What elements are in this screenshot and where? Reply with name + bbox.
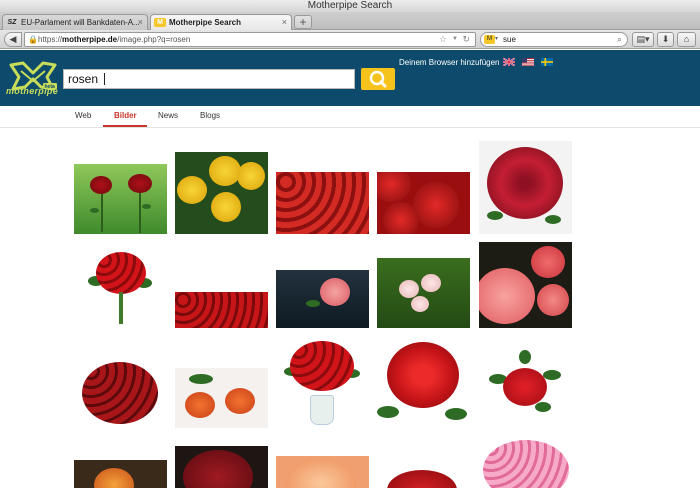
home-icon: ⌂ — [683, 34, 690, 44]
close-tab-icon[interactable]: × — [138, 15, 143, 30]
tab-images[interactable]: Bilder — [114, 111, 137, 120]
dropdown-icon[interactable]: ▼ — [452, 33, 458, 46]
browser-search-field[interactable]: M ▾ sue ⌕ — [480, 32, 628, 47]
search-input[interactable]: rosen — [63, 69, 355, 89]
tab-news[interactable]: News — [158, 111, 178, 120]
home-button[interactable]: ⌂ — [677, 32, 696, 47]
search-icon — [369, 70, 387, 88]
image-result[interactable] — [74, 460, 167, 488]
star-icon[interactable]: ☆ — [439, 33, 447, 46]
reload-icon[interactable]: ↻ — [462, 33, 470, 46]
image-result[interactable] — [479, 242, 572, 328]
sz-favicon: SZ — [7, 19, 17, 26]
download-button[interactable]: ⬇ — [657, 32, 674, 47]
image-result[interactable] — [175, 368, 268, 428]
tab-motherpipe[interactable]: M Motherpipe Search × — [150, 14, 292, 30]
download-icon: ⬇ — [661, 34, 670, 44]
search-button[interactable] — [361, 68, 395, 90]
vertical-tabs: Web Bilder News Blogs — [0, 106, 700, 128]
back-button[interactable]: ◀ — [4, 32, 22, 47]
text-caret — [104, 73, 106, 85]
back-arrow-icon: ◀ — [9, 34, 17, 44]
search-query: rosen — [68, 72, 99, 86]
us-flag-icon[interactable] — [522, 58, 534, 66]
close-tab-icon[interactable]: × — [282, 15, 287, 30]
search-icon[interactable]: ⌕ — [617, 33, 622, 46]
active-tab-indicator — [103, 125, 147, 127]
tab-web[interactable]: Web — [75, 111, 91, 120]
window-title: Motherpipe Search — [307, 0, 393, 11]
url-path: /image.php?q=rosen — [117, 35, 191, 44]
new-tab-button[interactable]: + — [294, 15, 312, 29]
sweden-flag-icon[interactable] — [541, 58, 553, 66]
tab-label: EU-Parlament will Bankdaten-A... — [21, 18, 140, 27]
image-result[interactable] — [276, 270, 369, 328]
logo-wordmark: motherpipe — [6, 86, 59, 96]
image-result[interactable] — [377, 172, 470, 234]
image-result[interactable] — [377, 336, 470, 428]
motherpipe-favicon: M — [154, 18, 166, 27]
site-header: beta motherpipe rosen Deinem Browser hin… — [0, 50, 700, 106]
image-result[interactable] — [479, 344, 572, 428]
url-scheme: https:// — [38, 35, 63, 44]
image-result[interactable] — [276, 172, 369, 234]
image-result[interactable] — [74, 242, 167, 328]
image-result[interactable] — [276, 456, 369, 488]
image-result[interactable] — [276, 337, 369, 428]
image-result[interactable] — [74, 358, 167, 428]
image-result[interactable] — [377, 468, 470, 488]
image-result[interactable] — [175, 446, 268, 488]
image-result[interactable] — [479, 141, 572, 234]
chevron-down-icon[interactable]: ▾ — [495, 33, 498, 46]
url-host: motherpipe.de — [62, 35, 118, 44]
bookmarks-button[interactable]: ▤▾ — [632, 32, 654, 47]
bookmarks-icon: ▤▾ — [636, 34, 650, 44]
uk-flag-icon[interactable] — [503, 58, 515, 66]
add-to-browser-link[interactable]: Deinem Browser hinzufügen — [399, 58, 500, 67]
window-title-bar: Motherpipe Search — [0, 0, 700, 12]
tab-blogs[interactable]: Blogs — [200, 111, 220, 120]
image-result[interactable] — [74, 164, 167, 234]
image-result[interactable] — [377, 258, 470, 328]
url-bar[interactable]: 🔒 https://motherpipe.de/image.php?q=rose… — [24, 32, 476, 47]
tab-label: Motherpipe Search — [169, 18, 242, 27]
nav-bar: ◀ 🔒 https://motherpipe.de/image.php?q=ro… — [0, 30, 700, 49]
browser-search-text: sue — [503, 35, 516, 44]
tab-sz-article[interactable]: SZ EU-Parlament will Bankdaten-A... × — [2, 14, 148, 30]
lock-icon: 🔒 — [28, 35, 38, 44]
tab-strip: SZ EU-Parlament will Bankdaten-A... × M … — [0, 12, 700, 30]
image-result[interactable] — [479, 436, 572, 488]
image-result[interactable] — [175, 292, 268, 328]
image-result[interactable] — [175, 152, 268, 234]
search-engine-icon[interactable]: M — [484, 35, 495, 44]
